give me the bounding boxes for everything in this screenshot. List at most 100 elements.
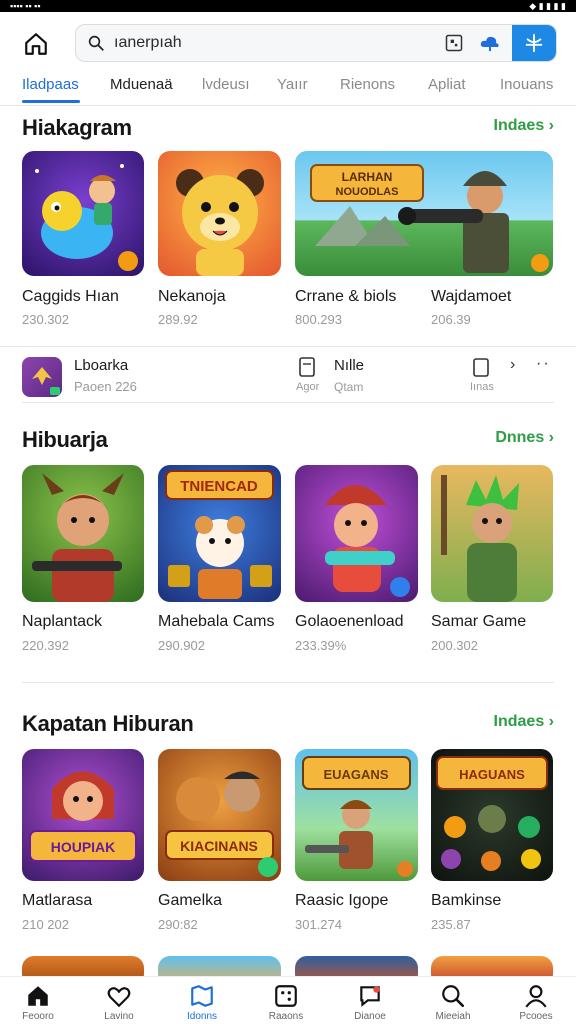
status-right: ◆ ▮ ▮ ▮ ▮ [529, 0, 566, 11]
game-downloads: 800.293 [295, 312, 342, 327]
filter-icon [525, 33, 543, 53]
nav-games[interactable]: Raaons [256, 983, 316, 1022]
nav-label: Dianoe [354, 1011, 386, 1022]
filter-button[interactable] [512, 25, 556, 61]
chevron-right-icon: › [548, 713, 554, 730]
game-downloads: 289.92 [158, 312, 198, 327]
tab-2[interactable]: lvdeusı [202, 76, 250, 93]
game-card-image[interactable] [22, 151, 144, 276]
game-downloads: 233.39% [295, 638, 347, 653]
svg-text:HOUPIAK: HOUPIAK [51, 839, 116, 855]
game-downloads: 235.87 [431, 917, 471, 932]
more-options-icon[interactable]: ·· [536, 355, 551, 373]
game-card-image[interactable]: HOUPIAK [22, 749, 144, 881]
game-title: Caggids Hıan [22, 288, 119, 305]
qr-scan-button[interactable] [436, 25, 472, 61]
game-title: Crrane & biols [295, 288, 397, 305]
tab-6[interactable]: Inouans [500, 76, 553, 93]
game-downloads: 200.302 [431, 638, 478, 653]
chat-icon [360, 986, 380, 1007]
game-card-image[interactable]: TNIENCAD [158, 465, 281, 602]
dice-icon [275, 985, 297, 1007]
voice-button[interactable] [472, 25, 508, 61]
svg-text:KIACINANS: KIACINANS [180, 838, 258, 854]
game-card-image-wide[interactable]: LARHAN NOUODLAS [295, 151, 553, 276]
game-title: Raasic Igope [295, 892, 389, 909]
game-art: KIACINANS [165, 771, 278, 877]
game-title: Naplantack [22, 613, 103, 630]
game-card-image[interactable] [431, 465, 553, 602]
game-art [176, 169, 264, 276]
game-card-image[interactable] [295, 465, 418, 602]
search-icon [86, 33, 106, 53]
nav-explore[interactable]: Idonns [172, 983, 232, 1022]
game-title: Golaoenenload [295, 613, 404, 630]
promo-title: Lboarka [74, 357, 129, 374]
chevron-right-icon[interactable]: › [510, 356, 515, 374]
section-title: Kapatan Hiburan [22, 711, 194, 736]
nav-label: Mieeiah [435, 1011, 471, 1022]
game-title: Matlarasa [22, 892, 93, 909]
promo-row[interactable]: Lboarka Paoen 226 Agor Nılle Qtam Iınas … [0, 346, 576, 400]
game-title: Samar Game [431, 613, 527, 630]
game-card-image[interactable] [158, 151, 281, 276]
category-tabs: Iladpaas Mduenaä lvdeusı Yaıır Rienons A… [0, 74, 576, 106]
promo-mid-sub-b: Qtam [334, 380, 364, 394]
tab-4[interactable]: Rienons [340, 76, 395, 93]
game-card-image[interactable]: HAGUANS [431, 749, 553, 881]
game-art: LARHAN NOUODLAS [310, 164, 549, 273]
nav-search[interactable]: Mieeiah [423, 983, 483, 1022]
svg-text:LARHAN: LARHAN [342, 170, 393, 184]
promo-mid-label: Nılle [334, 357, 365, 374]
game-downloads: 290.902 [158, 638, 205, 653]
tab-5[interactable]: Apliat [428, 76, 466, 93]
home-icon [25, 33, 47, 55]
section-title: Hiakagram [22, 115, 132, 140]
game-downloads: 301.274 [295, 917, 342, 932]
nav-home[interactable]: Feooro [8, 983, 68, 1022]
game-art [441, 475, 519, 602]
section-title: Hibuarja [22, 427, 108, 452]
svg-text:EUAGANS: EUAGANS [323, 767, 388, 782]
tab-0[interactable]: Iladpaas [22, 76, 79, 93]
game-art: EUAGANS [302, 756, 413, 877]
nav-favorites[interactable]: Lavino [89, 983, 149, 1022]
home-button[interactable] [20, 28, 52, 60]
game-downloads: 210 202 [22, 917, 69, 932]
search-icon [442, 985, 465, 1008]
nav-messages[interactable]: Dianoe [340, 983, 400, 1022]
game-title: Wajdamoet [431, 288, 512, 305]
status-left: ▪▪▪▪ ▪▪ ▪▪ [10, 1, 41, 11]
cloud-icon [480, 36, 499, 51]
promo-right-sub: Iınas [470, 381, 494, 393]
top-bar: ıanerpıah [0, 12, 576, 74]
section-more-link[interactable]: Indaes › [494, 713, 554, 731]
search-input[interactable]: ıanerpıah [114, 34, 436, 52]
game-art: HAGUANS [436, 756, 548, 871]
game-title: Nekanoja [158, 288, 226, 305]
tab-1[interactable]: Mduenaä [110, 76, 173, 93]
promo-mid-sub-a: Agor [296, 381, 320, 393]
section-more-link[interactable]: Indaes › [494, 117, 554, 135]
section-more-link[interactable]: Dnnes › [495, 429, 554, 447]
home-icon [28, 986, 48, 1006]
section-more-label: Indaes [493, 117, 545, 134]
game-card-image[interactable] [22, 465, 144, 602]
clipboard-icon[interactable] [472, 357, 490, 382]
nav-profile[interactable]: Pcooes [506, 983, 566, 1022]
tab-underline [22, 100, 80, 103]
nav-label: Raaons [268, 1011, 304, 1022]
game-art: HOUPIAK [29, 771, 137, 862]
game-card-image[interactable]: EUAGANS [295, 749, 418, 881]
game-title: Bamkinse [431, 892, 502, 909]
search-bar[interactable]: ıanerpıah [75, 24, 557, 62]
game-art [325, 485, 410, 597]
game-downloads: 206.39 [431, 312, 471, 327]
game-art: TNIENCAD [165, 470, 274, 599]
nav-label: Lavino [104, 1011, 134, 1022]
game-card-image[interactable]: KIACINANS [158, 749, 281, 881]
document-icon [298, 357, 316, 382]
game-art [32, 473, 124, 602]
tab-3[interactable]: Yaıır [277, 76, 308, 93]
heart-icon [107, 987, 131, 1008]
